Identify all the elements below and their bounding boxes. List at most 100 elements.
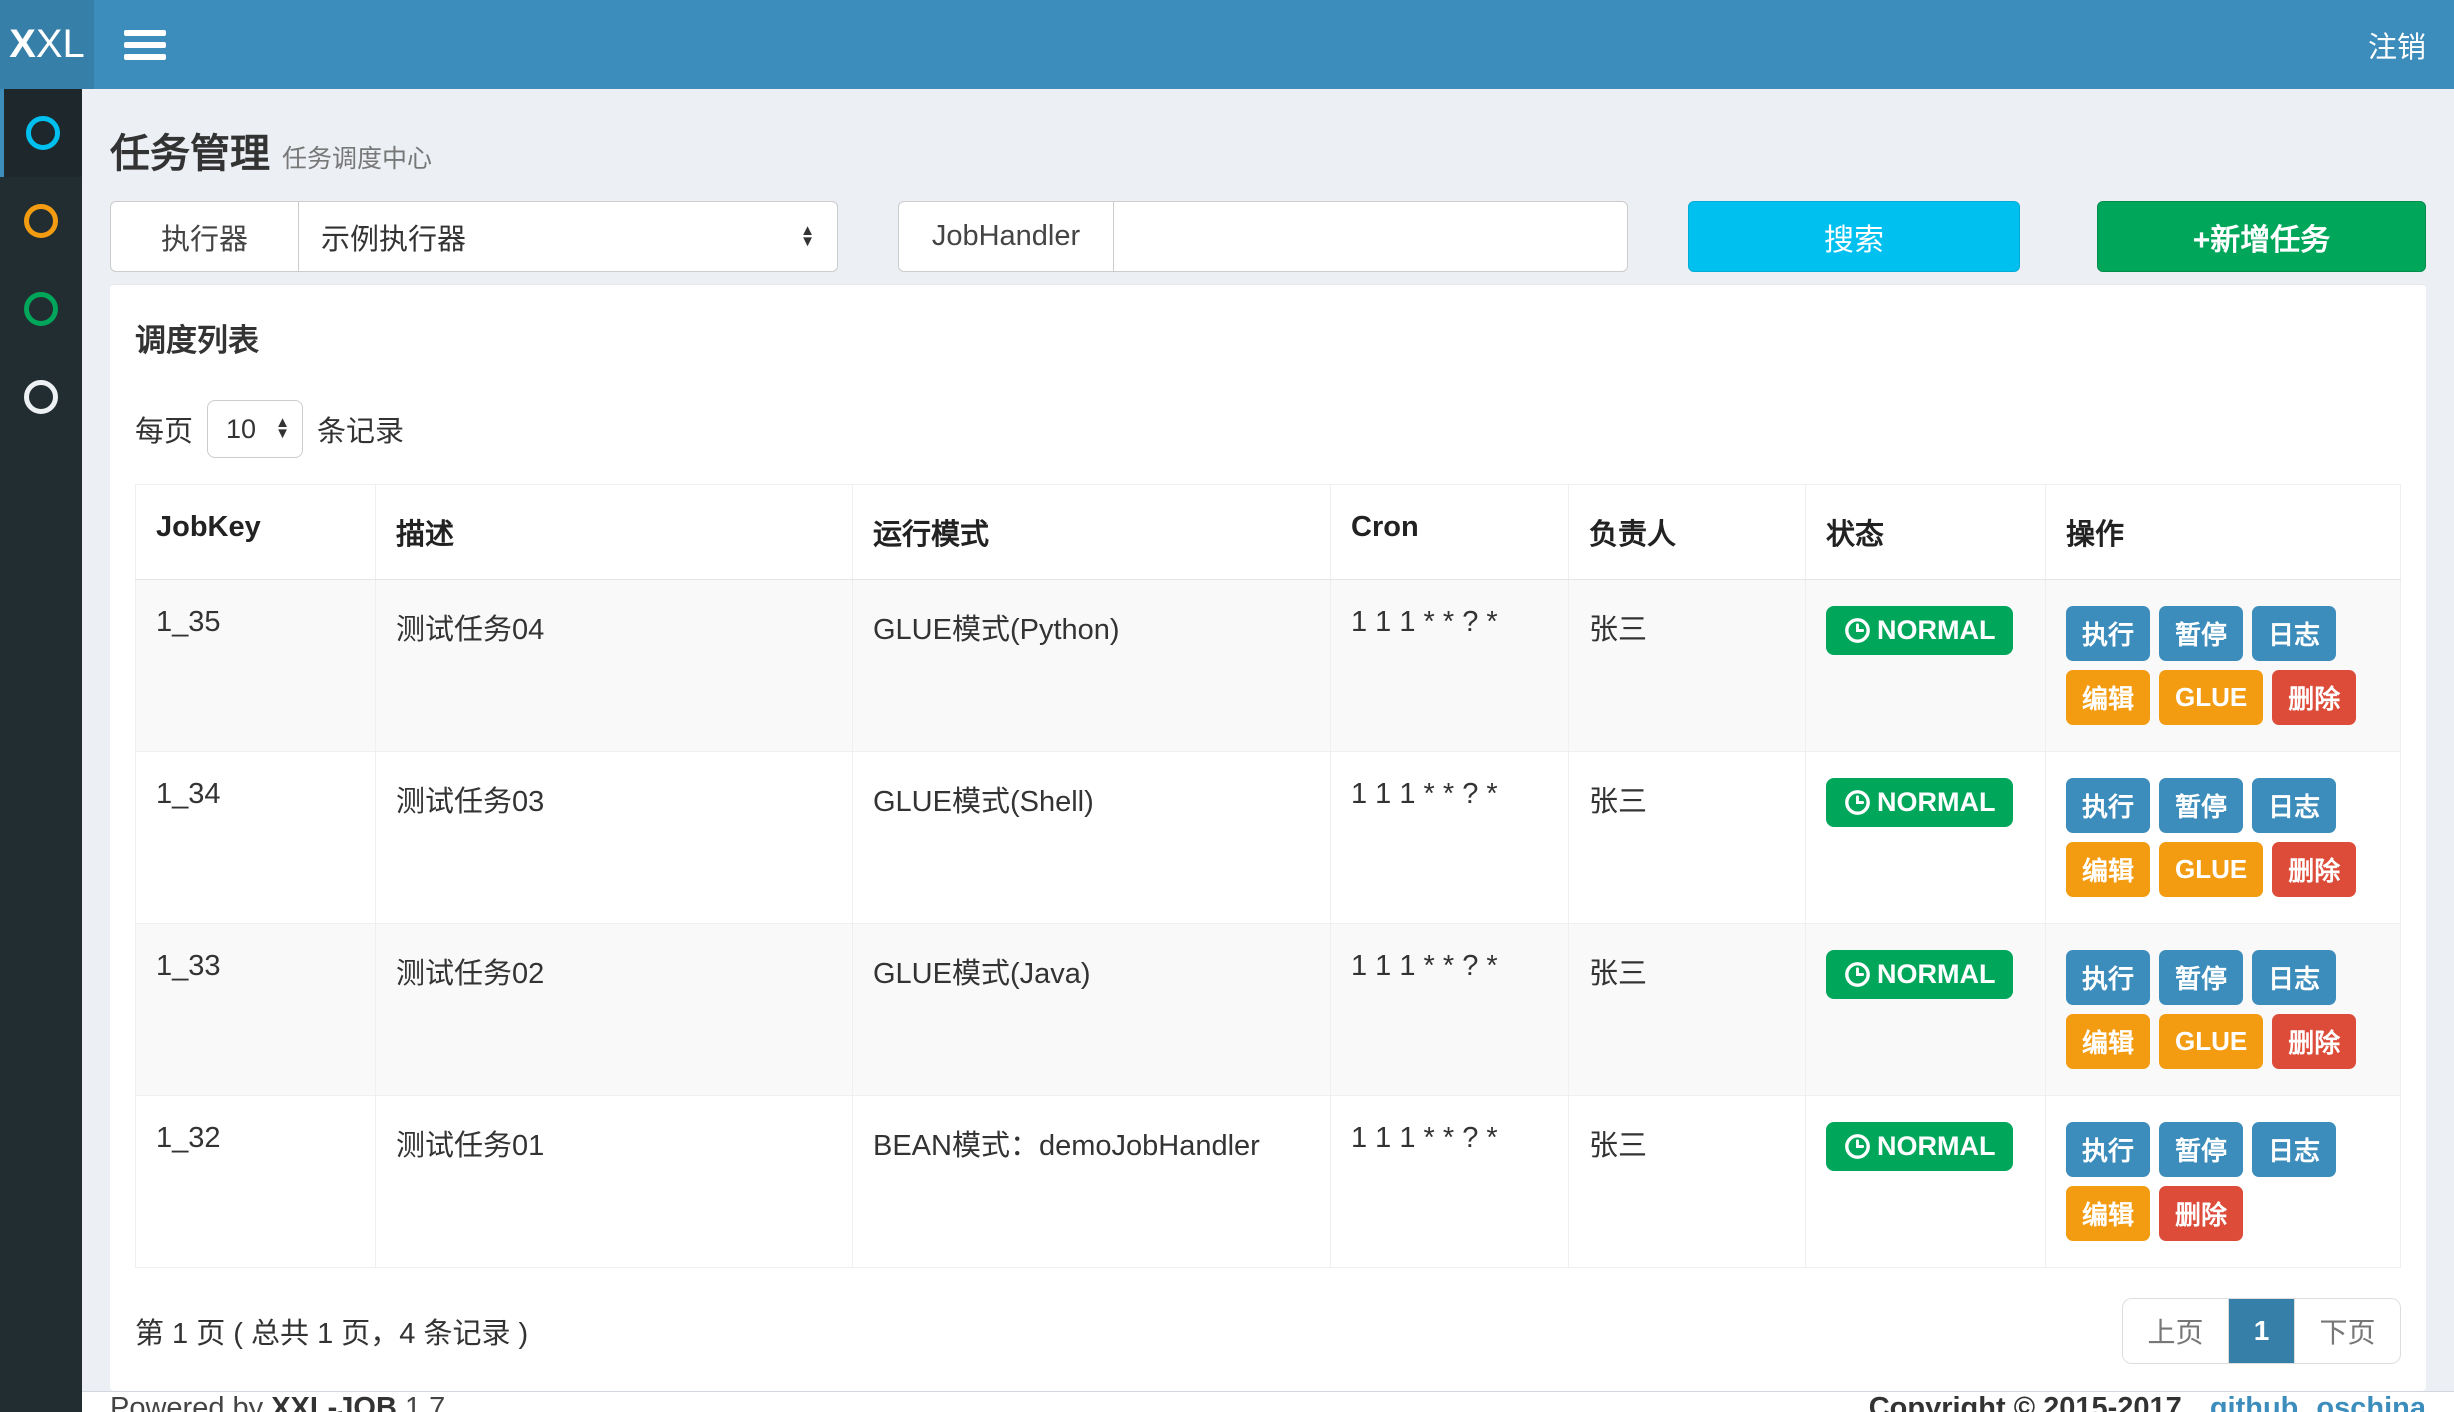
per-page-value: 10 (226, 414, 275, 445)
github-link[interactable]: github (2210, 1392, 2299, 1412)
action-button-group: 执行暂停日志编辑GLUE删除 (2066, 950, 2380, 1069)
executor-select-value: 示例执行器 (321, 216, 800, 258)
pagination-summary: 第 1 页 ( 总共 1 页，4 条记录 ) (135, 1310, 528, 1352)
action-button-删除[interactable]: 删除 (2272, 1014, 2356, 1069)
powered-prefix: Powered by (110, 1392, 263, 1412)
page-title: 任务管理 (110, 132, 270, 176)
cell-owner: 张三 (1569, 580, 1806, 752)
sidebar (0, 89, 82, 1412)
per-page-suffix: 条记录 (317, 408, 404, 450)
cell-run-mode: BEAN模式：demoJobHandler (853, 1096, 1331, 1268)
action-button-日志[interactable]: 日志 (2252, 1122, 2336, 1177)
jobhandler-label: JobHandler (898, 201, 1113, 272)
action-button-编辑[interactable]: 编辑 (2066, 1014, 2150, 1069)
cell-actions: 执行暂停日志编辑GLUE删除 (2046, 752, 2401, 924)
logout-link[interactable]: 注销 (2340, 0, 2454, 89)
pagination-bar: 第 1 页 ( 总共 1 页，4 条记录 ) 上页 1 下页 (135, 1298, 2401, 1364)
action-button-日志[interactable]: 日志 (2252, 778, 2336, 833)
clock-icon (1844, 1133, 1871, 1160)
job-table: JobKey描述运行模式Cron负责人状态操作 1_35测试任务04GLUE模式… (135, 484, 2401, 1268)
action-button-删除[interactable]: 删除 (2272, 842, 2356, 897)
cell-run-mode: GLUE模式(Shell) (853, 752, 1331, 924)
column-header: 描述 (376, 485, 853, 580)
cell-status: NORMAL (1806, 1096, 2046, 1268)
action-button-编辑[interactable]: 编辑 (2066, 1186, 2150, 1241)
cell-cron: 1 1 1 * * ? * (1331, 580, 1569, 752)
action-button-group: 执行暂停日志编辑GLUE删除 (2066, 606, 2380, 725)
search-button[interactable]: 搜索 (1688, 201, 2020, 272)
per-page-select[interactable]: 10 ▲▼ (207, 400, 303, 458)
cell-owner: 张三 (1569, 752, 1806, 924)
add-job-button[interactable]: +新增任务 (2097, 201, 2426, 272)
cell-jobkey: 1_34 (136, 752, 376, 924)
page-subtitle: 任务调度中心 (282, 145, 432, 173)
cell-cron: 1 1 1 * * ? * (1331, 752, 1569, 924)
cell-run-mode: GLUE模式(Java) (853, 924, 1331, 1096)
column-header: Cron (1331, 485, 1569, 580)
current-page-button[interactable]: 1 (2228, 1299, 2294, 1363)
cell-jobkey: 1_35 (136, 580, 376, 752)
footer-links: Copyright © 2015-2017 github oschina (1869, 1392, 2426, 1412)
jobhandler-input[interactable] (1113, 201, 1628, 272)
table-row: 1_33测试任务02GLUE模式(Java)1 1 1 * * ? *张三NOR… (136, 924, 2401, 1096)
action-button-删除[interactable]: 删除 (2159, 1186, 2243, 1241)
action-button-group: 执行暂停日志编辑GLUE删除 (2066, 778, 2380, 897)
sidebar-item-help[interactable] (0, 353, 82, 441)
cell-actions: 执行暂停日志编辑删除 (2046, 1096, 2401, 1268)
status-badge: NORMAL (1826, 1122, 2013, 1171)
status-label: NORMAL (1877, 959, 1995, 990)
action-button-GLUE[interactable]: GLUE (2159, 1014, 2263, 1069)
jobhandler-filter-group: JobHandler (898, 201, 1628, 272)
cell-jobkey: 1_32 (136, 1096, 376, 1268)
cell-description: 测试任务01 (376, 1096, 853, 1268)
sidebar-item-schedule-log[interactable] (0, 177, 82, 265)
next-page-button[interactable]: 下页 (2294, 1299, 2400, 1363)
table-row: 1_35测试任务04GLUE模式(Python)1 1 1 * * ? *张三 N… (136, 580, 2401, 752)
logo-text-bold: X (9, 22, 36, 67)
action-button-日志[interactable]: 日志 (2252, 606, 2336, 661)
action-button-编辑[interactable]: 编辑 (2066, 842, 2150, 897)
product-version: 1.7 (405, 1392, 445, 1412)
sidebar-item-job-manage[interactable] (0, 89, 82, 177)
action-button-编辑[interactable]: 编辑 (2066, 670, 2150, 725)
per-page-prefix: 每页 (135, 408, 193, 450)
circle-icon (24, 204, 58, 238)
action-button-暂停[interactable]: 暂停 (2159, 1122, 2243, 1177)
table-row: 1_34测试任务03GLUE模式(Shell)1 1 1 * * ? *张三 NO… (136, 752, 2401, 924)
cell-actions: 执行暂停日志编辑GLUE删除 (2046, 924, 2401, 1096)
app-logo[interactable]: XXL (0, 0, 94, 89)
cell-description: 测试任务04 (376, 580, 853, 752)
select-caret-icon: ▲▼ (800, 226, 815, 248)
action-button-删除[interactable]: 删除 (2272, 670, 2356, 725)
action-button-GLUE[interactable]: GLUE (2159, 842, 2263, 897)
cell-description: 测试任务03 (376, 752, 853, 924)
sidebar-toggle-button[interactable] (94, 0, 196, 89)
clock-icon (1844, 961, 1871, 988)
status-badge: NORMAL (1826, 778, 2013, 827)
cell-run-mode: GLUE模式(Python) (853, 580, 1331, 752)
action-button-暂停[interactable]: 暂停 (2159, 950, 2243, 1005)
action-button-GLUE[interactable]: GLUE (2159, 670, 2263, 725)
action-button-执行[interactable]: 执行 (2066, 1122, 2150, 1177)
cell-cron: 1 1 1 * * ? * (1331, 924, 1569, 1096)
action-button-暂停[interactable]: 暂停 (2159, 778, 2243, 833)
circle-icon (24, 380, 58, 414)
executor-filter-group: 执行器 示例执行器 ▲▼ (110, 201, 838, 272)
action-button-执行[interactable]: 执行 (2066, 950, 2150, 1005)
table-row: 1_32测试任务01BEAN模式：demoJobHandler1 1 1 * *… (136, 1096, 2401, 1268)
action-button-暂停[interactable]: 暂停 (2159, 606, 2243, 661)
executor-select[interactable]: 示例执行器 ▲▼ (298, 201, 838, 272)
action-button-执行[interactable]: 执行 (2066, 606, 2150, 661)
sidebar-item-executor-manage[interactable] (0, 265, 82, 353)
clock-icon (1844, 617, 1871, 644)
cell-actions: 执行暂停日志编辑GLUE删除 (2046, 580, 2401, 752)
oschina-link[interactable]: oschina (2316, 1392, 2426, 1412)
action-button-日志[interactable]: 日志 (2252, 950, 2336, 1005)
product-name: XXL-JOB (271, 1392, 397, 1412)
cell-status: NORMAL (1806, 580, 2046, 752)
prev-page-button[interactable]: 上页 (2123, 1299, 2228, 1363)
column-header: JobKey (136, 485, 376, 580)
status-badge: NORMAL (1826, 606, 2013, 655)
cell-jobkey: 1_33 (136, 924, 376, 1096)
action-button-执行[interactable]: 执行 (2066, 778, 2150, 833)
